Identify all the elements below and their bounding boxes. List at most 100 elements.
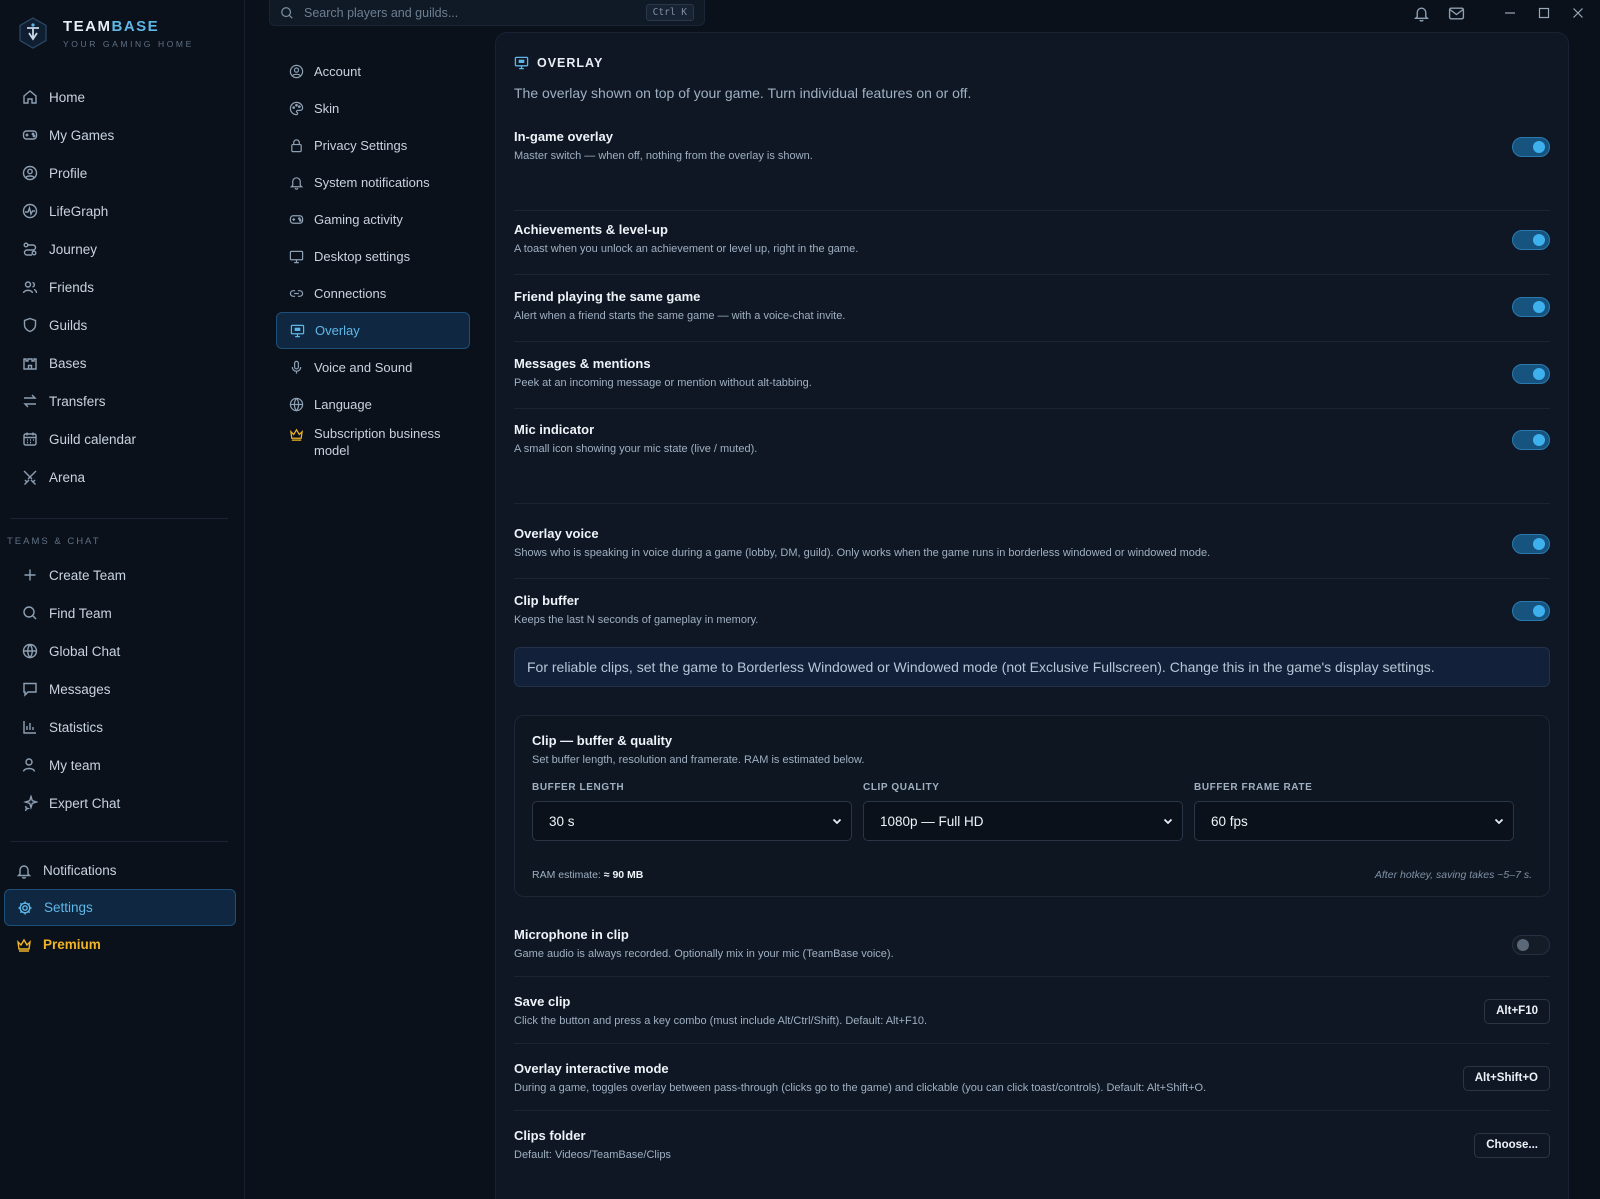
settings-nav-connections[interactable]: Connections [276, 275, 470, 312]
setting-row: Overlay interactive mode During a game, … [514, 1061, 1550, 1111]
bar-chart-icon [23, 721, 36, 734]
settings-nav-subscription[interactable]: Subscription business model [276, 423, 470, 460]
gamepad-icon [289, 215, 304, 224]
nav-item-journey[interactable]: Journey [10, 230, 232, 268]
settings-nav-desktop[interactable]: Desktop settings [276, 238, 470, 275]
overlay-settings-panel: OVERLAY The overlay shown on top of your… [495, 32, 1569, 1199]
nav-item-home[interactable]: Home [10, 78, 232, 116]
nav-item-find-team[interactable]: Find Team [10, 594, 232, 632]
mic-icon [291, 360, 302, 374]
setting-title: Mic indicator [514, 422, 595, 437]
field-label: CLIP QUALITY [863, 782, 940, 793]
search-icon [23, 606, 37, 620]
bell-icon[interactable] [1413, 5, 1430, 22]
global-search[interactable]: Ctrl K [269, 0, 705, 26]
nav-item-messages[interactable]: Messages [10, 670, 232, 708]
settings-nav-account[interactable]: Account [276, 53, 470, 90]
nav-item-my-games[interactable]: My Games [10, 116, 232, 154]
brand[interactable]: TEAMBASE YOUR GAMING HOME [16, 16, 194, 50]
route-icon [23, 242, 37, 256]
settings-nav-voice-sound[interactable]: Voice and Sound [276, 349, 470, 386]
user-icon [22, 758, 36, 772]
overlay-icon [290, 324, 305, 338]
lock-icon [291, 139, 302, 153]
gamepad-icon [22, 130, 38, 140]
frame-rate-select[interactable]: 60 fps [1194, 801, 1514, 841]
clip-quality-select[interactable]: 1080p — Full HD [863, 801, 1183, 841]
nav-item-settings[interactable]: Settings [4, 889, 236, 926]
overlay-icon [514, 56, 529, 70]
castle-icon [23, 358, 37, 370]
settings-nav-skin[interactable]: Skin [276, 90, 470, 127]
settings-nav-language[interactable]: Language [276, 386, 470, 423]
swords-icon [23, 470, 37, 485]
save-clip-hotkey-button[interactable]: Alt+F10 [1484, 999, 1550, 1024]
microphone-in-clip-toggle[interactable] [1512, 935, 1550, 955]
search-icon [281, 6, 293, 19]
nav-item-expert-chat[interactable]: Expert Chat [10, 784, 232, 822]
minimize-icon[interactable] [1503, 6, 1517, 20]
link-icon [289, 290, 304, 297]
bell-icon [289, 177, 304, 190]
clip-notice: For reliable clips, set the game to Bord… [514, 647, 1550, 687]
settings-nav-overlay[interactable]: Overlay [276, 312, 470, 349]
settings-nav-gaming-activity[interactable]: Gaming activity [276, 201, 470, 238]
setting-row: Clip buffer Keeps the last N seconds of … [514, 593, 1550, 643]
chevron-down-icon [1494, 818, 1504, 825]
setting-description: Peek at an incoming message or mention w… [514, 377, 812, 389]
calendar-icon [23, 432, 37, 446]
nav-item-guild-calendar[interactable]: Guild calendar [10, 420, 232, 458]
nav-item-transfers[interactable]: Transfers [10, 382, 232, 420]
setting-title: Clip buffer [514, 593, 579, 608]
nav-item-premium[interactable]: Premium [4, 926, 236, 963]
search-input[interactable] [304, 5, 634, 20]
nav-item-lifegraph[interactable]: LifeGraph [10, 192, 232, 230]
setting-row: Messages & mentions Peek at an incoming … [514, 356, 1550, 409]
main-sidebar: TEAMBASE YOUR GAMING HOME Home My Games … [0, 0, 245, 1199]
interactive-mode-hotkey-button[interactable]: Alt+Shift+O [1462, 1066, 1550, 1091]
settings-nav-privacy[interactable]: Privacy Settings [276, 127, 470, 164]
nav-item-friends[interactable]: Friends [10, 268, 232, 306]
nav-item-global-chat[interactable]: Global Chat [10, 632, 232, 670]
teams-nav: Create Team Find Team Global Chat Messag… [10, 556, 232, 822]
nav-item-bases[interactable]: Bases [10, 344, 232, 382]
setting-row: Overlay voice Shows who is speaking in v… [514, 526, 1550, 579]
mail-icon[interactable] [1448, 5, 1465, 22]
setting-title: Save clip [514, 994, 571, 1009]
main-nav: Home My Games Profile LifeGraph Journey … [10, 78, 232, 496]
teambase-logo-icon [19, 17, 47, 49]
nav-item-statistics[interactable]: Statistics [10, 708, 232, 746]
nav-item-arena[interactable]: Arena [10, 458, 232, 496]
close-icon[interactable] [1571, 6, 1585, 20]
nav-item-create-team[interactable]: Create Team [10, 556, 232, 594]
nav-item-notifications[interactable]: Notifications [4, 852, 236, 889]
choose-folder-button[interactable]: Choose... [1474, 1133, 1550, 1158]
settings-nav-system-notifications[interactable]: System notifications [276, 164, 470, 201]
nav-divider [10, 841, 228, 842]
friend-same-game-toggle[interactable] [1512, 297, 1550, 317]
hotkey-note: After hotkey, saving takes ~5–7 s. [1374, 869, 1532, 881]
chevron-down-icon [1163, 818, 1173, 825]
setting-title: Microphone in clip [514, 927, 629, 942]
maximize-icon[interactable] [1537, 6, 1551, 20]
nav-item-my-team[interactable]: My team [10, 746, 232, 784]
nav-item-guilds[interactable]: Guilds [10, 306, 232, 344]
nav-item-profile[interactable]: Profile [10, 154, 232, 192]
achievements-toggle[interactable] [1512, 230, 1550, 250]
clip-buffer-toggle[interactable] [1512, 601, 1550, 621]
setting-title: In-game overlay [514, 129, 613, 144]
buffer-length-select[interactable]: 30 s [532, 801, 852, 841]
clip-quality-card: Clip — buffer & quality Set buffer lengt… [514, 715, 1550, 897]
mic-indicator-toggle[interactable] [1512, 430, 1550, 450]
brand-tagline: YOUR GAMING HOME [63, 38, 194, 49]
in-game-overlay-toggle[interactable] [1512, 137, 1550, 157]
overlay-voice-toggle[interactable] [1512, 534, 1550, 554]
globe-icon [22, 643, 38, 659]
setting-title: Achievements & level-up [514, 222, 668, 237]
monitor-icon [289, 250, 304, 264]
lifegraph-icon [22, 203, 38, 219]
messages-mentions-toggle[interactable] [1512, 364, 1550, 384]
setting-description: A small icon showing your mic state (liv… [514, 443, 758, 455]
setting-description: Game audio is always recorded. Optionall… [514, 948, 894, 960]
setting-row: Friend playing the same game Alert when … [514, 289, 1550, 342]
